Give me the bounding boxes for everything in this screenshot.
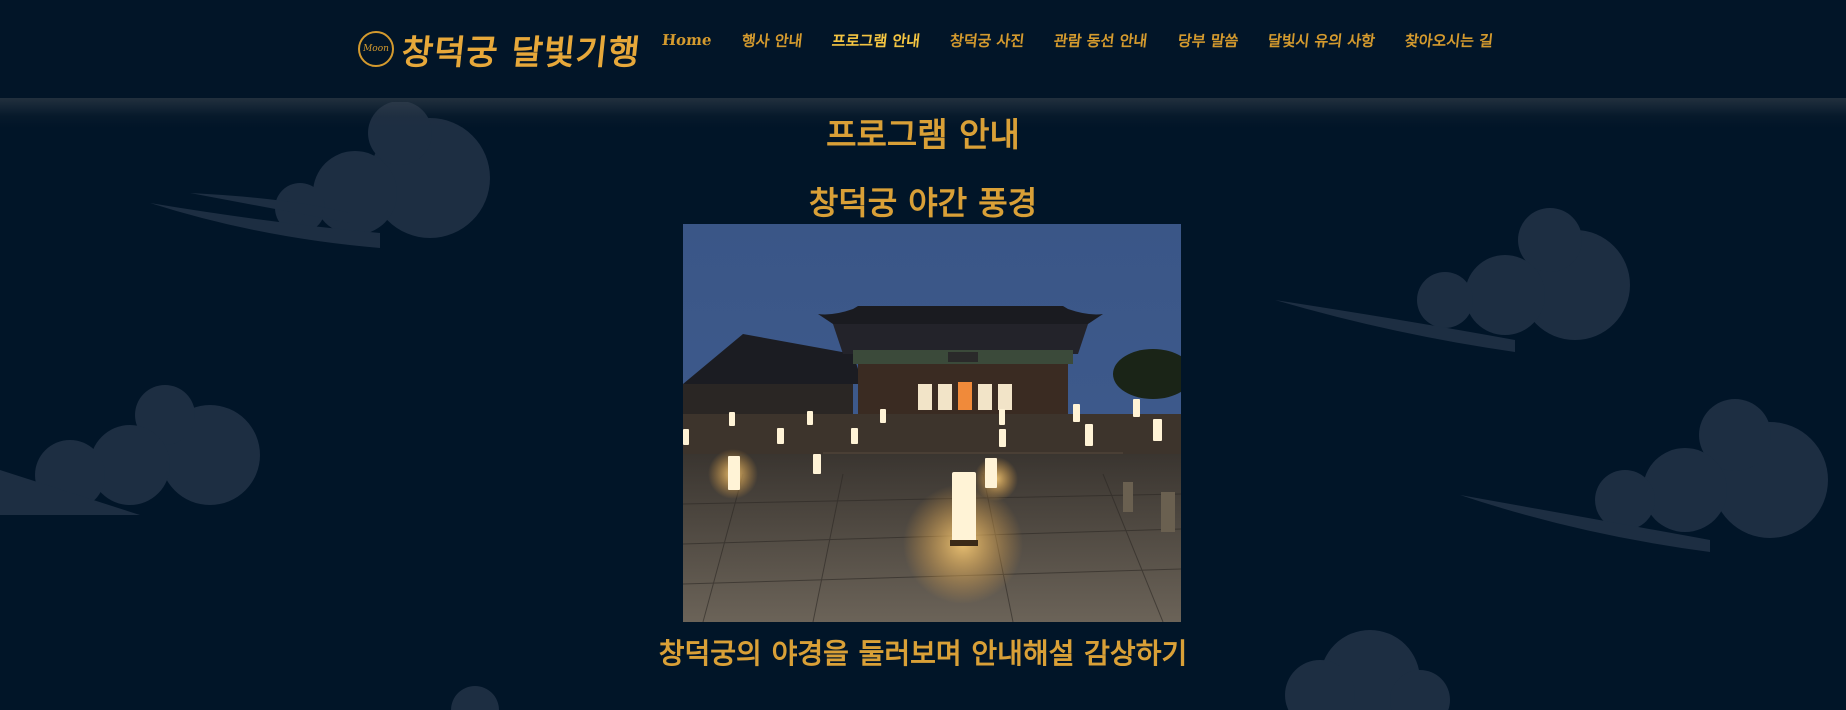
- nav-item-notice[interactable]: 당부 말씀: [1176, 30, 1239, 51]
- nav-item-route-guide[interactable]: 관람 동선 안내: [1053, 30, 1148, 51]
- site-logo[interactable]: Moon 창덕궁 달빛기행: [358, 26, 643, 73]
- site-header: Moon 창덕궁 달빛기행 Home 행사 안내 프로그램 안내 창덕궁 사진 …: [0, 0, 1846, 102]
- cloud-decoration-4: [1460, 390, 1846, 560]
- main-nav: Home 행사 안내 프로그램 안내 창덕궁 사진 관람 동선 안내 당부 말씀…: [661, 28, 1494, 52]
- nav-item-program-info[interactable]: 프로그램 안내: [831, 30, 921, 51]
- nav-item-home[interactable]: Home: [661, 31, 712, 49]
- cloud-decoration-2: [0, 375, 270, 535]
- cloud-decoration-6: [440, 680, 520, 710]
- nav-item-photos[interactable]: 창덕궁 사진: [949, 30, 1025, 51]
- logo-emblem-icon: Moon: [358, 31, 394, 67]
- logo-text: 창덕궁 달빛기행: [399, 32, 643, 73]
- palace-night-photo: [683, 224, 1181, 622]
- nav-item-directions[interactable]: 찾아오시는 길: [1404, 30, 1494, 51]
- page-title: 프로그램 안내: [826, 115, 1020, 154]
- cloud-decoration-3: [1275, 200, 1655, 360]
- nav-item-cautions[interactable]: 달빛시 유의 사항: [1267, 30, 1376, 51]
- section-title: 창덕궁 야간 풍경: [808, 184, 1038, 222]
- photo-caption: 창덕궁의 야경을 둘러보며 안내해설 감상하기: [658, 637, 1188, 670]
- nav-item-event-info[interactable]: 행사 안내: [740, 30, 803, 51]
- logo-emblem-text: Moon: [363, 44, 389, 54]
